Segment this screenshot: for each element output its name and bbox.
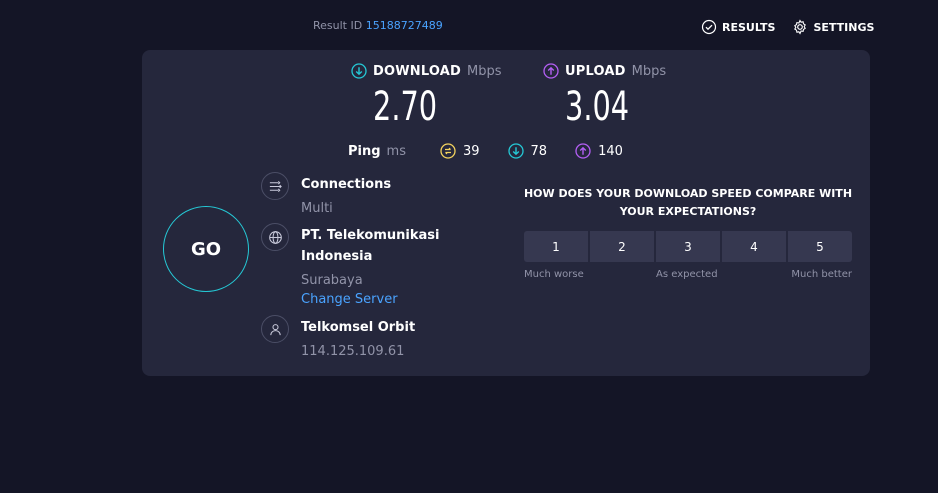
settings-nav-label: SETTINGS xyxy=(813,20,875,34)
server-name-line2: Indonesia xyxy=(301,249,373,264)
top-nav: RESULTS SETTINGS xyxy=(701,19,874,35)
results-card: DOWNLOAD Mbps 2.70 UPLOAD Mbps 3.04 Ping… xyxy=(142,50,870,376)
survey-question-line1: HOW DOES YOUR DOWNLOAD SPEED COMPARE WIT… xyxy=(523,187,853,200)
rating-button-5[interactable]: 5 xyxy=(788,231,852,262)
server-icon-wrap xyxy=(261,223,289,251)
download-value: 2.70 xyxy=(373,84,438,130)
connections-info: Connections Multi xyxy=(261,172,392,219)
rating-label-low: Much worse xyxy=(524,269,584,280)
result-id-label: Result ID xyxy=(313,19,363,32)
rating-button-1[interactable]: 1 xyxy=(524,231,588,262)
download-label: DOWNLOAD xyxy=(373,63,462,79)
globe-icon xyxy=(268,230,282,244)
provider-name: Telkomsel Orbit xyxy=(301,320,416,335)
results-nav-label: RESULTS xyxy=(722,20,776,34)
ping-download-value: 78 xyxy=(530,143,548,159)
provider-info: Telkomsel Orbit 114.125.109.61 xyxy=(261,315,416,362)
results-nav-button[interactable]: RESULTS xyxy=(701,19,775,35)
download-header: DOWNLOAD Mbps xyxy=(351,63,502,79)
rating-button-3[interactable]: 3 xyxy=(656,231,720,262)
upload-value: 3.04 xyxy=(565,84,630,130)
ping-label: Ping xyxy=(348,143,381,159)
server-name-line1: PT. Telekomunikasi xyxy=(301,228,440,243)
connections-title: Connections xyxy=(301,177,392,192)
server-location: Surabaya xyxy=(301,273,363,288)
result-id: Result ID 15188727489 xyxy=(313,19,443,32)
upload-unit: Mbps xyxy=(631,63,667,79)
connections-icon xyxy=(269,180,282,192)
survey-question-line2: YOUR EXPECTATIONS? xyxy=(619,205,757,218)
ping-unit: ms xyxy=(386,143,406,159)
download-arrow-icon xyxy=(351,63,367,79)
ping-idle-value: 39 xyxy=(462,143,480,159)
ping-download: 78 xyxy=(507,143,548,159)
survey-question: HOW DOES YOUR DOWNLOAD SPEED COMPARE WIT… xyxy=(522,185,854,221)
go-button[interactable]: GO xyxy=(163,206,249,292)
idle-latency-icon xyxy=(440,143,456,159)
ping-upload: 140 xyxy=(575,143,623,159)
download-unit: Mbps xyxy=(467,63,502,79)
upload-label: UPLOAD xyxy=(565,63,626,79)
rating-label-high: Much better xyxy=(791,269,852,280)
provider-icon-wrap xyxy=(261,315,289,343)
gear-icon xyxy=(794,19,807,35)
check-circle-icon xyxy=(701,19,717,35)
change-server-link[interactable]: Change Server xyxy=(301,291,439,309)
rating-scale: 1 2 3 4 5 xyxy=(524,231,852,262)
rating-label-mid: As expected xyxy=(656,269,718,280)
rating-button-4[interactable]: 4 xyxy=(722,231,786,262)
ping-upload-value: 140 xyxy=(598,143,623,159)
download-latency-icon xyxy=(507,143,524,159)
settings-nav-button[interactable]: SETTINGS xyxy=(792,19,874,35)
connections-value: Multi xyxy=(301,201,333,216)
ping-row: Ping ms 39 78 140 xyxy=(348,143,651,159)
upload-arrow-icon xyxy=(543,63,559,79)
provider-ip: 114.125.109.61 xyxy=(301,344,405,359)
result-id-link[interactable]: 15188727489 xyxy=(366,19,443,32)
upload-latency-icon xyxy=(575,143,591,159)
connections-icon-wrap[interactable] xyxy=(261,172,289,200)
upload-header: UPLOAD Mbps xyxy=(543,63,666,79)
server-info: PT. Telekomunikasi Indonesia Surabaya Ch… xyxy=(261,223,440,309)
user-icon xyxy=(269,323,281,335)
ping-idle: 39 xyxy=(440,143,480,159)
rating-button-2[interactable]: 2 xyxy=(590,231,654,262)
